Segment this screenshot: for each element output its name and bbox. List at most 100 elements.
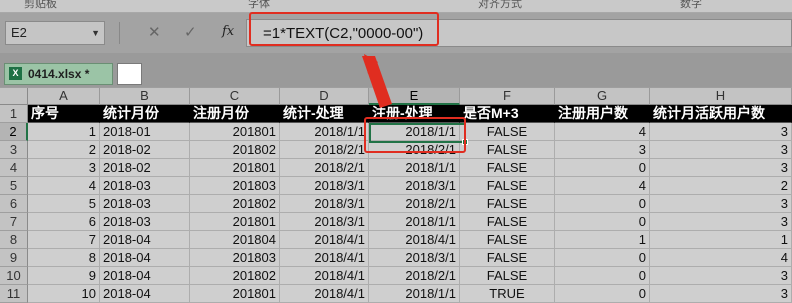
table-cell[interactable]: 2018-03: [100, 177, 190, 195]
table-cell[interactable]: 2018/3/1: [369, 177, 460, 195]
column-header-g[interactable]: G: [555, 88, 650, 105]
table-cell[interactable]: 3: [650, 285, 792, 303]
column-header-a[interactable]: A: [28, 88, 100, 105]
header-cell[interactable]: 序号: [28, 105, 100, 123]
table-cell[interactable]: 0: [555, 159, 650, 177]
row-header[interactable]: 2: [0, 123, 28, 141]
table-cell[interactable]: 201802: [190, 195, 280, 213]
table-cell[interactable]: 2018/1/1: [280, 123, 369, 141]
header-cell[interactable]: 是否M+3: [460, 105, 555, 123]
table-cell[interactable]: 2018/2/1: [369, 195, 460, 213]
table-cell[interactable]: 3: [650, 267, 792, 285]
new-tab-button[interactable]: [117, 63, 142, 85]
table-cell[interactable]: 1: [28, 123, 100, 141]
header-cell[interactable]: 统计月份: [100, 105, 190, 123]
table-cell[interactable]: FALSE: [460, 123, 555, 141]
table-cell[interactable]: 2018-04: [100, 285, 190, 303]
table-cell[interactable]: 2018-03: [100, 213, 190, 231]
table-cell[interactable]: FALSE: [460, 213, 555, 231]
table-cell[interactable]: FALSE: [460, 267, 555, 285]
table-cell[interactable]: 0: [555, 285, 650, 303]
table-cell[interactable]: 2018-04: [100, 249, 190, 267]
table-cell[interactable]: 201801: [190, 123, 280, 141]
chevron-down-icon[interactable]: ▼: [91, 22, 100, 44]
table-cell[interactable]: 2018-04: [100, 231, 190, 249]
table-cell[interactable]: 2018/1/1: [369, 285, 460, 303]
table-cell[interactable]: FALSE: [460, 231, 555, 249]
table-cell[interactable]: 0: [555, 213, 650, 231]
table-cell[interactable]: 4: [650, 249, 792, 267]
enter-checkmark-icon[interactable]: ✓: [184, 23, 197, 43]
table-cell[interactable]: 2018-02: [100, 141, 190, 159]
row-header[interactable]: 6: [0, 195, 28, 213]
column-header-h[interactable]: H: [650, 88, 792, 105]
table-cell[interactable]: 8: [28, 249, 100, 267]
table-cell[interactable]: 2018/2/1: [280, 159, 369, 177]
table-cell[interactable]: 201801: [190, 159, 280, 177]
table-cell[interactable]: 3: [28, 159, 100, 177]
table-cell[interactable]: 2: [650, 177, 792, 195]
table-cell[interactable]: 2018/4/1: [280, 249, 369, 267]
column-header-d[interactable]: D: [280, 88, 369, 105]
table-cell[interactable]: 3: [650, 159, 792, 177]
table-cell[interactable]: 2018-01: [100, 123, 190, 141]
workbook-tab[interactable]: X 0414.xlsx *: [4, 63, 113, 85]
table-cell[interactable]: 201803: [190, 177, 280, 195]
table-cell[interactable]: TRUE: [460, 285, 555, 303]
table-cell[interactable]: 2018-03: [100, 195, 190, 213]
name-box[interactable]: E2 ▼: [5, 21, 105, 45]
row-header[interactable]: 11: [0, 285, 28, 303]
table-cell[interactable]: 2018/3/1: [280, 177, 369, 195]
table-cell[interactable]: 2018/4/1: [369, 231, 460, 249]
cancel-icon[interactable]: ✕: [148, 23, 161, 43]
row-header[interactable]: 7: [0, 213, 28, 231]
table-cell[interactable]: 4: [555, 123, 650, 141]
table-cell[interactable]: 2018/4/1: [280, 285, 369, 303]
table-cell[interactable]: 2018-04: [100, 267, 190, 285]
header-cell[interactable]: 统计-处理: [280, 105, 369, 123]
table-cell[interactable]: 201801: [190, 285, 280, 303]
table-cell[interactable]: 9: [28, 267, 100, 285]
table-cell[interactable]: 2018/3/1: [280, 195, 369, 213]
row-header[interactable]: 3: [0, 141, 28, 159]
row-header[interactable]: 1: [0, 105, 28, 123]
table-cell[interactable]: 3: [650, 123, 792, 141]
table-cell[interactable]: 2018/3/1: [369, 249, 460, 267]
row-header[interactable]: 8: [0, 231, 28, 249]
table-cell[interactable]: FALSE: [460, 195, 555, 213]
table-cell[interactable]: 3: [650, 213, 792, 231]
table-cell[interactable]: 4: [28, 177, 100, 195]
table-cell[interactable]: 201802: [190, 267, 280, 285]
row-header[interactable]: 9: [0, 249, 28, 267]
table-cell[interactable]: 6: [28, 213, 100, 231]
header-cell[interactable]: 统计月活跃用户数: [650, 105, 792, 123]
row-header[interactable]: 10: [0, 267, 28, 285]
table-cell[interactable]: 3: [650, 195, 792, 213]
table-cell[interactable]: 2: [28, 141, 100, 159]
table-cell[interactable]: 2018/4/1: [280, 231, 369, 249]
header-cell[interactable]: 注册用户数: [555, 105, 650, 123]
column-header-f[interactable]: F: [460, 88, 555, 105]
table-cell[interactable]: 2018/1/1: [369, 213, 460, 231]
table-cell[interactable]: 3: [555, 141, 650, 159]
table-cell[interactable]: 10: [28, 285, 100, 303]
row-header[interactable]: 4: [0, 159, 28, 177]
column-header-e[interactable]: E: [369, 88, 460, 105]
table-cell[interactable]: 201803: [190, 249, 280, 267]
table-cell[interactable]: 2018/1/1: [369, 159, 460, 177]
table-cell[interactable]: 2018/4/1: [280, 267, 369, 285]
table-cell[interactable]: FALSE: [460, 141, 555, 159]
table-cell[interactable]: 0: [555, 267, 650, 285]
select-all-corner[interactable]: [0, 88, 28, 105]
table-cell[interactable]: 4: [555, 177, 650, 195]
column-header-b[interactable]: B: [100, 88, 190, 105]
table-cell[interactable]: 0: [555, 195, 650, 213]
table-cell[interactable]: 201804: [190, 231, 280, 249]
table-cell[interactable]: 1: [650, 231, 792, 249]
table-cell[interactable]: 2018/2/1: [369, 267, 460, 285]
table-cell[interactable]: 201802: [190, 141, 280, 159]
table-cell[interactable]: FALSE: [460, 159, 555, 177]
table-cell[interactable]: 5: [28, 195, 100, 213]
table-cell[interactable]: 2018-02: [100, 159, 190, 177]
table-cell[interactable]: 2018/2/1: [280, 141, 369, 159]
